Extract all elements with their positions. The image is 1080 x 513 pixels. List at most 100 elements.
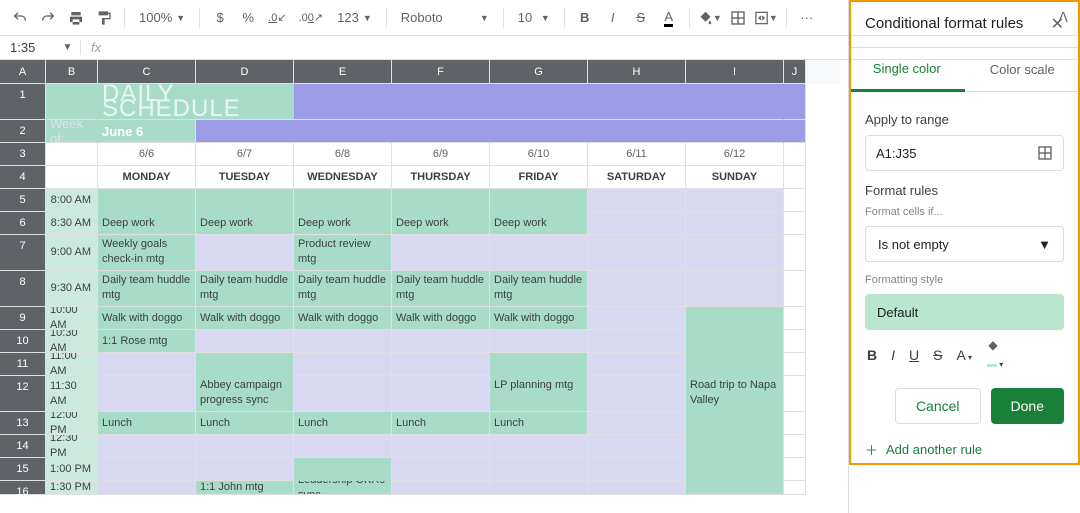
bold-format-button[interactable]: B	[867, 347, 877, 363]
row-15[interactable]: 15 1:00 PM	[0, 458, 840, 481]
row-3[interactable]: 3 6/6 6/7 6/8 6/9 6/10 6/11 6/12	[0, 143, 840, 166]
col-D[interactable]: D	[196, 60, 294, 84]
rowhead-3[interactable]: 3	[0, 143, 46, 166]
rowhead-11[interactable]: 11	[0, 353, 46, 376]
caret-down-icon: ▼	[363, 13, 372, 23]
rowhead-13[interactable]: 13	[0, 412, 46, 435]
week-of-label: Week of:	[50, 120, 93, 143]
undo-button[interactable]	[8, 6, 32, 30]
print-button[interactable]	[64, 6, 88, 30]
grid[interactable]: 1 DAILY SCHEDULE 2 Week of: June 6 3 6/6…	[0, 84, 840, 495]
merge-icon	[754, 10, 769, 26]
more-button[interactable]: ···	[795, 6, 819, 30]
rowhead-2[interactable]: 2	[0, 120, 46, 143]
col-H[interactable]: H	[588, 60, 686, 84]
row-12[interactable]: 12 11:30 AM Abbey campaign progress sync…	[0, 376, 840, 412]
rowhead-9[interactable]: 9	[0, 307, 46, 330]
condition-value: Is not empty	[878, 237, 949, 252]
row-11[interactable]: 11 11:00 AM	[0, 353, 840, 376]
cancel-button[interactable]: Cancel	[895, 388, 981, 424]
rowhead-6[interactable]: 6	[0, 212, 46, 235]
more-formats-dropdown[interactable]: 123▼	[331, 6, 378, 30]
increase-decimal-button[interactable]: .00↗	[295, 6, 328, 30]
tab-color-scale[interactable]: Color scale	[965, 48, 1080, 92]
week-value: June 6	[102, 124, 143, 139]
strike-button[interactable]: S	[629, 6, 653, 30]
sheet-area[interactable]: B C D E F G H I J A 1 DAILY SCHEDULE 2 W…	[0, 60, 840, 513]
italic-format-button[interactable]: I	[891, 347, 895, 363]
rowhead-8[interactable]: 8	[0, 271, 46, 307]
panel-title: Conditional format rules	[865, 15, 1023, 32]
col-A[interactable]: A	[0, 60, 46, 84]
row-5[interactable]: 5 8:00 AM	[0, 189, 840, 212]
rowhead-14[interactable]: 14	[0, 435, 46, 458]
rowhead-7[interactable]: 7	[0, 235, 46, 271]
fill-color-button[interactable]: ▼	[698, 6, 722, 30]
format-rules-label: Format rules	[865, 183, 1064, 198]
rowhead-10[interactable]: 10	[0, 330, 46, 353]
done-button[interactable]: Done	[991, 388, 1064, 424]
fill-color-format-button[interactable]: ▾	[986, 340, 1003, 370]
row-16[interactable]: 16 1:30 PM 1:1 John mtg Leadership OKRs …	[0, 481, 840, 495]
row-8[interactable]: 8 9:30 AM Daily team huddle mtg Daily te…	[0, 271, 840, 307]
add-another-rule-button[interactable]: ＋ Add another rule	[865, 440, 1064, 459]
caret-down-icon: ▼	[769, 13, 778, 23]
fx-label: fx	[80, 40, 101, 55]
row-6[interactable]: 6 8:30 AM Deep work Deep work Deep work …	[0, 212, 840, 235]
panel-body: Apply to range A1:J35 Format rules Forma…	[849, 92, 1080, 513]
row-9[interactable]: 9 10:00 AM Walk with doggo Walk with dog…	[0, 307, 840, 330]
rowhead-12[interactable]: 12	[0, 376, 46, 412]
rowhead-4[interactable]: 4	[0, 166, 46, 189]
apply-to-range-label: Apply to range	[865, 112, 1064, 127]
borders-icon	[730, 10, 746, 26]
col-F[interactable]: F	[392, 60, 490, 84]
font-size: 10	[518, 10, 532, 25]
print-icon	[68, 10, 84, 26]
redo-icon	[40, 10, 56, 26]
col-J[interactable]: J	[784, 60, 806, 84]
panel-tabs: Single color Color scale	[849, 48, 1080, 92]
default-style-preview[interactable]: Default	[865, 294, 1064, 330]
row-1[interactable]: 1 DAILY SCHEDULE	[0, 84, 840, 120]
redo-button[interactable]	[36, 6, 60, 30]
merge-button[interactable]: ▼	[754, 6, 778, 30]
col-G[interactable]: G	[490, 60, 588, 84]
row-13[interactable]: 13 12:00 PM Lunch Lunch Lunch Lunch Lunc…	[0, 412, 840, 435]
col-I[interactable]: I	[686, 60, 784, 84]
panel-button-row: Cancel Done	[865, 388, 1064, 424]
col-C[interactable]: C	[98, 60, 196, 84]
row-14[interactable]: 14 12:30 PM	[0, 435, 840, 458]
italic-button[interactable]: I	[601, 6, 625, 30]
underline-format-button[interactable]: U	[909, 347, 919, 363]
borders-button[interactable]	[726, 6, 750, 30]
row-4[interactable]: 4 MONDAY TUESDAY WEDNESDAY THURSDAY FRID…	[0, 166, 840, 189]
strike-format-button[interactable]: S	[933, 347, 942, 363]
row-2[interactable]: 2 Week of: June 6	[0, 120, 840, 143]
condition-select[interactable]: Is not empty ▼	[865, 226, 1064, 262]
bold-button[interactable]: B	[573, 6, 597, 30]
decrease-decimal-button[interactable]: .0↙	[264, 6, 290, 30]
zoom-dropdown[interactable]: 100%▼	[133, 6, 191, 30]
text-color-button[interactable]: A	[657, 6, 681, 30]
col-B[interactable]: B	[46, 60, 98, 84]
text-color-format-button[interactable]: A ▾	[956, 347, 972, 363]
paint-format-button[interactable]	[92, 6, 116, 30]
row-7[interactable]: 7 9:00 AM Weekly goals check-in mtg Prod…	[0, 235, 840, 271]
rowhead-15[interactable]: 15	[0, 458, 46, 481]
range-input[interactable]: A1:J35	[865, 135, 1064, 171]
close-button[interactable]: ✕	[1051, 14, 1064, 34]
font-dropdown[interactable]: Roboto▼	[395, 6, 495, 30]
grid-icon[interactable]	[1037, 145, 1053, 161]
name-box[interactable]: 1:35	[0, 40, 55, 55]
currency-button[interactable]: $	[208, 6, 232, 30]
percent-button[interactable]: %	[236, 6, 260, 30]
rowhead-5[interactable]: 5	[0, 189, 46, 212]
rowhead-16[interactable]: 16	[0, 481, 46, 495]
row-10[interactable]: 10 10:30 AM 1:1 Rose mtg	[0, 330, 840, 353]
format-buttons-row: B I U S A ▾ ▾	[865, 330, 1064, 380]
name-box-dropdown[interactable]: ▼	[55, 42, 80, 53]
font-size-dropdown[interactable]: 10▼	[512, 6, 556, 30]
rowhead-1[interactable]: 1	[0, 84, 46, 120]
col-E[interactable]: E	[294, 60, 392, 84]
tab-single-color[interactable]: Single color	[849, 48, 965, 92]
